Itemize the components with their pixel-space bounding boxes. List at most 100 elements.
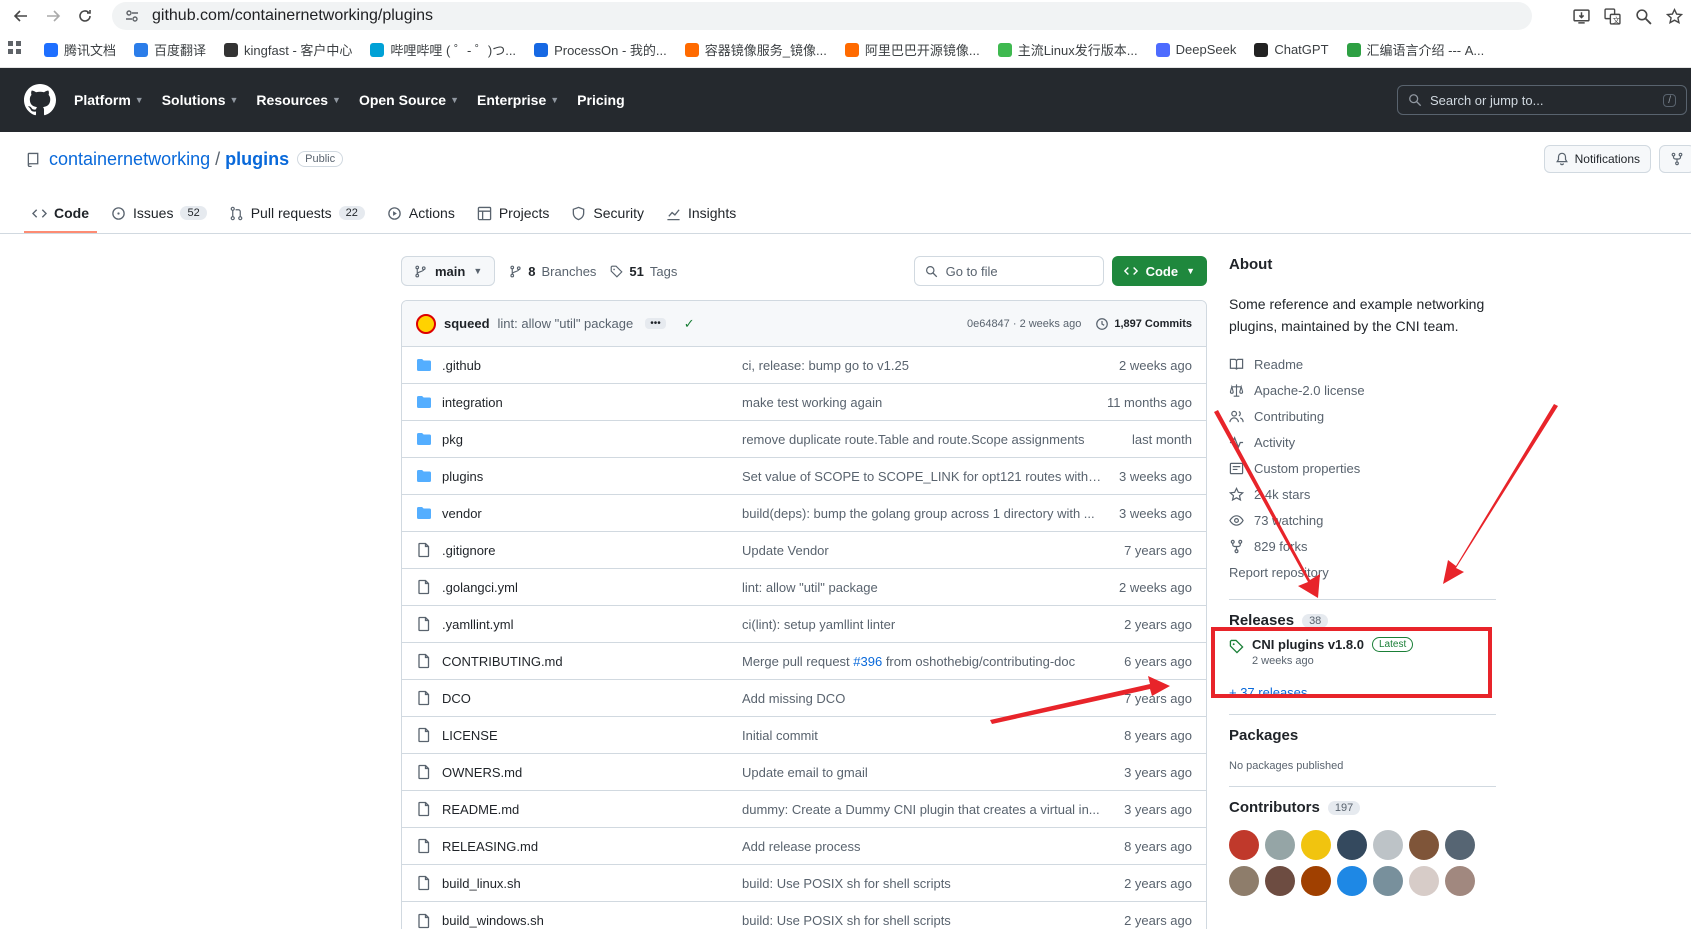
nav-item-solutions[interactable]: Solutions ▼ (162, 92, 239, 108)
about-link-fork[interactable]: 829 forks (1229, 533, 1496, 559)
check-icon[interactable]: ✓ (684, 316, 695, 332)
commit-author-link[interactable]: squeed (444, 316, 490, 331)
contributor-avatar[interactable] (1373, 830, 1403, 860)
contributor-avatar[interactable] (1229, 866, 1259, 896)
commit-message-text[interactable]: Set value of SCOPE to SCOPE_LINK for opt… (742, 469, 1102, 484)
repo-owner-link[interactable]: containernetworking (49, 149, 210, 170)
bookmark-item[interactable]: DeepSeek (1155, 42, 1236, 57)
more-releases-link[interactable]: + 37 releases (1229, 685, 1496, 700)
nav-item-platform[interactable]: Platform ▼ (74, 92, 144, 108)
file-commit-message[interactable]: build: Use POSIX sh for shell scripts (742, 913, 1102, 928)
latest-release-name[interactable]: CNI plugins v1.8.0 (1252, 637, 1364, 652)
contributors-heading-row[interactable]: Contributors 197 (1229, 799, 1496, 816)
github-logo-icon[interactable] (24, 84, 56, 116)
about-link-pulse[interactable]: Activity (1229, 429, 1496, 455)
nav-item-enterprise[interactable]: Enterprise ▼ (477, 92, 559, 108)
contributor-avatar[interactable] (1265, 866, 1295, 896)
commit-message-text[interactable]: Initial commit (742, 728, 818, 743)
branch-selector-button[interactable]: main ▼ (401, 256, 496, 286)
about-link-eye[interactable]: 73 watching (1229, 507, 1496, 533)
commit-message-text[interactable]: Add missing DCO (742, 691, 845, 706)
back-button[interactable] (8, 3, 34, 29)
file-commit-message[interactable]: ci, release: bump go to v1.25 (742, 358, 1102, 373)
releases-heading-row[interactable]: Releases 38 (1229, 612, 1496, 629)
file-name-link[interactable]: LICENSE (442, 728, 742, 743)
file-commit-message[interactable]: make test working again (742, 395, 1102, 410)
translate-icon[interactable]: 文 (1604, 7, 1621, 25)
file-commit-message[interactable]: Add release process (742, 839, 1102, 854)
file-name-link[interactable]: .golangci.yml (442, 580, 742, 595)
tab-pull-requests[interactable]: Pull requests 22 (221, 205, 373, 233)
bookmark-item[interactable]: 阿里巴巴开源镜像... (844, 40, 980, 59)
about-link-note[interactable]: Custom properties (1229, 455, 1496, 481)
global-search-input[interactable]: Search or jump to... / (1397, 85, 1687, 115)
bookmark-star-icon[interactable] (1666, 7, 1683, 25)
file-name-link[interactable]: vendor (442, 506, 742, 521)
file-name-link[interactable]: pkg (442, 432, 742, 447)
latest-release[interactable]: CNI plugins v1.8.0 Latest 2 weeks ago (1229, 637, 1496, 667)
commit-message-text[interactable]: Add release process (742, 839, 861, 854)
code-dropdown-button[interactable]: Code ▼ (1111, 256, 1207, 286)
file-name-link[interactable]: build_linux.sh (442, 876, 742, 891)
contributor-avatar[interactable] (1409, 866, 1439, 896)
bookmark-item[interactable]: kingfast - 客户中心 (224, 40, 352, 59)
file-commit-message[interactable]: Add missing DCO (742, 691, 1102, 706)
tab-code[interactable]: Code (24, 205, 97, 233)
commit-message-text[interactable]: Update Vendor (742, 543, 829, 558)
url-text[interactable]: github.com/containernetworking/plugins (152, 7, 433, 25)
nav-item-open-source[interactable]: Open Source ▼ (359, 92, 459, 108)
fork-button[interactable] (1659, 145, 1691, 173)
file-name-link[interactable]: OWNERS.md (442, 765, 742, 780)
file-name-link[interactable]: README.md (442, 802, 742, 817)
tags-link[interactable]: 51 Tags (610, 264, 677, 279)
forward-button[interactable] (40, 3, 66, 29)
file-commit-message[interactable]: Update email to gmail (742, 765, 1102, 780)
file-name-link[interactable]: build_windows.sh (442, 913, 742, 928)
report-repository-link[interactable]: Report repository (1229, 559, 1496, 585)
file-name-link[interactable]: .yamllint.yml (442, 617, 742, 632)
file-commit-message[interactable]: build: Use POSIX sh for shell scripts (742, 876, 1102, 891)
file-commit-message[interactable]: dummy: Create a Dummy CNI plugin that cr… (742, 802, 1102, 817)
tab-actions[interactable]: Actions (379, 205, 463, 233)
reload-button[interactable] (72, 3, 98, 29)
contributor-avatar[interactable] (1301, 866, 1331, 896)
bookmark-item[interactable]: 腾讯文档 (44, 40, 116, 59)
commit-message-text[interactable]: make test working again (742, 395, 882, 410)
go-to-file-input[interactable]: Go to file (913, 256, 1104, 286)
file-name-link[interactable]: plugins (442, 469, 742, 484)
commit-sha-time[interactable]: 0e64847 · 2 weeks ago (967, 318, 1081, 330)
contributor-avatar[interactable] (1337, 866, 1367, 896)
packages-heading[interactable]: Packages (1229, 727, 1496, 744)
file-name-link[interactable]: .github (442, 358, 742, 373)
bookmark-item[interactable]: ChatGPT (1254, 42, 1329, 57)
about-link-law[interactable]: Apache-2.0 license (1229, 377, 1496, 403)
nav-item-resources[interactable]: Resources ▼ (256, 92, 341, 108)
about-link-star[interactable]: 2.4k stars (1229, 481, 1496, 507)
repo-name-link[interactable]: plugins (225, 149, 289, 170)
commit-message-text[interactable]: build: Use POSIX sh for shell scripts (742, 913, 951, 928)
commit-message-text[interactable]: remove duplicate route.Table and route.S… (742, 432, 1085, 447)
about-link-people[interactable]: Contributing (1229, 403, 1496, 429)
file-commit-message[interactable]: Initial commit (742, 728, 1102, 743)
file-name-link[interactable]: RELEASING.md (442, 839, 742, 854)
file-commit-message[interactable]: lint: allow "util" package (742, 580, 1102, 595)
contributor-avatar[interactable] (1337, 830, 1367, 860)
contributor-avatar[interactable] (1373, 866, 1403, 896)
commit-message-link[interactable]: lint: allow "util" package (498, 316, 634, 331)
file-commit-message[interactable]: Set value of SCOPE to SCOPE_LINK for opt… (742, 469, 1102, 484)
commit-message-text[interactable]: build: Use POSIX sh for shell scripts (742, 876, 951, 891)
file-commit-message[interactable]: ci(lint): setup yamllint linter (742, 617, 1102, 632)
file-name-link[interactable]: DCO (442, 691, 742, 706)
contributor-avatar[interactable] (1229, 830, 1259, 860)
contributor-avatar[interactable] (1265, 830, 1295, 860)
commit-message-text[interactable]: dummy: Create a Dummy CNI plugin that cr… (742, 802, 1100, 817)
commit-expand-button[interactable]: ••• (645, 318, 666, 329)
pull-request-link[interactable]: #396 (853, 654, 882, 669)
file-name-link[interactable]: .gitignore (442, 543, 742, 558)
apps-grid-icon[interactable] (8, 41, 22, 58)
contributor-avatar[interactable] (1301, 830, 1331, 860)
zoom-icon[interactable] (1635, 8, 1652, 25)
address-bar[interactable]: github.com/containernetworking/plugins (112, 2, 1532, 30)
file-name-link[interactable]: CONTRIBUTING.md (442, 654, 742, 669)
file-commit-message[interactable]: Merge pull request #396 from oshothebig/… (742, 654, 1102, 669)
